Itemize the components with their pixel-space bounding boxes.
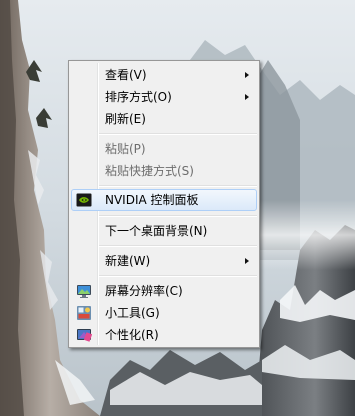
menu-item-label: 小工具(G) (105, 306, 160, 320)
menu-separator (99, 245, 257, 247)
menu-item-label: 下一个桌面背景(N) (105, 224, 208, 238)
menu-item-label: 粘贴快捷方式(S) (105, 164, 194, 178)
menu-item-label: 新建(W) (105, 254, 151, 268)
submenu-arrow-icon (245, 94, 249, 100)
menu-item-label: 粘贴(P) (105, 142, 146, 156)
menu-item-personalize[interactable]: 个性化(R) (71, 324, 257, 346)
personalize-icon (77, 329, 92, 342)
menu-item-paste: 粘贴(P) (71, 138, 257, 160)
monitor-icon (77, 285, 91, 298)
menu-item-new[interactable]: 新建(W) (71, 250, 257, 272)
menu-separator (99, 185, 257, 187)
submenu-arrow-icon (245, 72, 249, 78)
menu-item-screen-resolution[interactable]: 屏幕分辨率(C) (71, 280, 257, 302)
menu-separator (99, 215, 257, 217)
menu-item-paste-shortcut: 粘贴快捷方式(S) (71, 160, 257, 182)
menu-item-view[interactable]: 查看(V) (71, 64, 257, 86)
menu-item-next-desktop-background[interactable]: 下一个桌面背景(N) (71, 220, 257, 242)
menu-item-label: 查看(V) (105, 68, 147, 82)
desktop-context-menu: 查看(V) 排序方式(O) 刷新(E) 粘贴(P) 粘贴快捷方式(S) NVID… (68, 60, 260, 348)
gadgets-icon (77, 306, 91, 320)
menu-item-label: NVIDIA 控制面板 (105, 193, 199, 207)
submenu-arrow-icon (245, 258, 249, 264)
menu-item-label: 屏幕分辨率(C) (105, 284, 183, 298)
nvidia-logo-icon (76, 193, 92, 207)
menu-item-gadgets[interactable]: 小工具(G) (71, 302, 257, 324)
menu-item-label: 排序方式(O) (105, 90, 172, 104)
menu-item-refresh[interactable]: 刷新(E) (71, 108, 257, 130)
menu-separator (99, 133, 257, 135)
menu-item-nvidia-control-panel[interactable]: NVIDIA 控制面板 (71, 189, 257, 211)
menu-separator (99, 275, 257, 277)
menu-item-label: 个性化(R) (105, 328, 159, 342)
desktop[interactable]: 查看(V) 排序方式(O) 刷新(E) 粘贴(P) 粘贴快捷方式(S) NVID… (0, 0, 355, 416)
menu-item-sort-by[interactable]: 排序方式(O) (71, 86, 257, 108)
menu-item-label: 刷新(E) (105, 112, 146, 126)
